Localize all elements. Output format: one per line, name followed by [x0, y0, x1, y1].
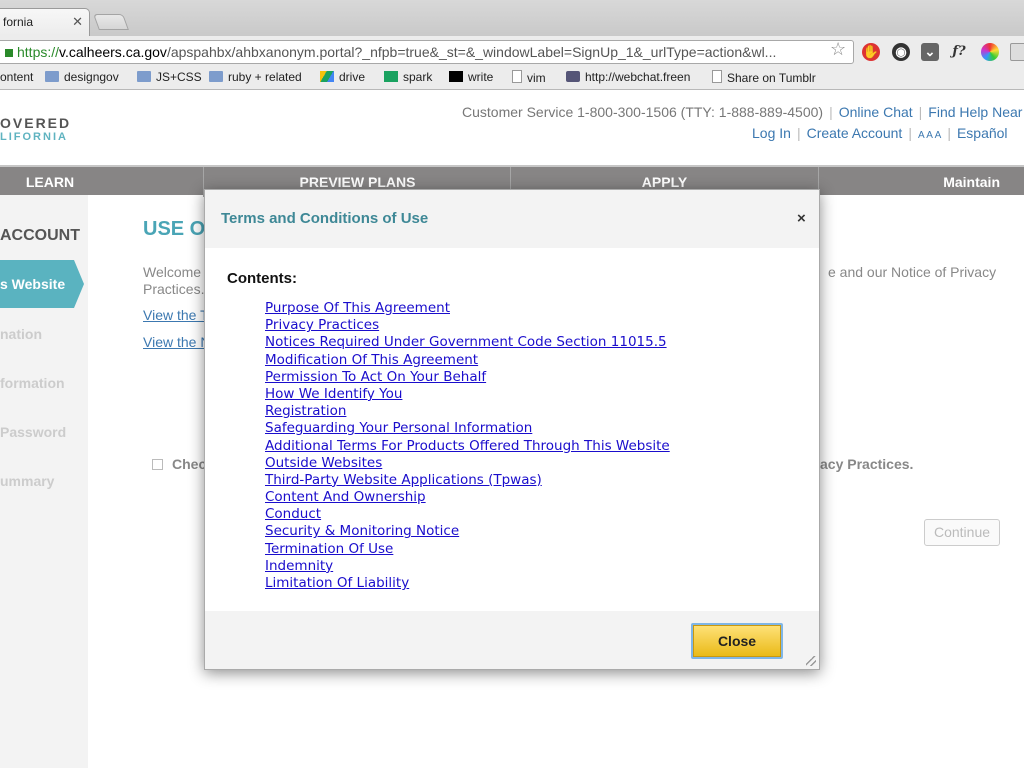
terms-modal: Terms and Conditions of Use × Contents: … [204, 189, 820, 670]
sheets-icon [384, 71, 398, 82]
bookmark-item[interactable]: http://webchat.freen [566, 70, 690, 84]
toc-link[interactable]: Registration [265, 403, 346, 419]
bookmark-item[interactable]: vim [512, 70, 546, 85]
toc-link[interactable]: Outside Websites [265, 455, 382, 471]
bookmark-item[interactable]: spark [384, 70, 432, 84]
color-extension-icon[interactable]: ◉ [892, 43, 910, 61]
sidebar-item-active[interactable]: s Website [0, 260, 84, 308]
view-notice-link[interactable]: View the N [143, 334, 210, 350]
account-links: Log In | Create Account | A A A | Español [752, 125, 1008, 141]
modal-header: Terms and Conditions of Use × [205, 190, 819, 248]
continue-button[interactable]: Continue [924, 519, 1000, 546]
toc-link[interactable]: Permission To Act On Your Behalf [265, 369, 486, 385]
customer-service-bar: Customer Service 1-800-300-1506 (TTY: 1-… [462, 104, 1023, 120]
bookmarks-bar: ontent designgov JS+CSS ruby + related d… [0, 66, 1024, 90]
folder-icon [209, 71, 223, 82]
sidebar-item[interactable]: nation [0, 326, 42, 342]
bookmark-folder[interactable]: ruby + related [209, 70, 302, 84]
close-button[interactable]: Close [691, 623, 783, 659]
toc-link[interactable]: Privacy Practices [265, 317, 379, 333]
toc-link[interactable]: How We Identify You [265, 386, 402, 402]
create-account-link[interactable]: Create Account [807, 125, 903, 141]
tab-title: fornia [3, 15, 34, 29]
folder-icon [45, 71, 59, 82]
sidebar-heading: ACCOUNT [0, 227, 80, 244]
privacy-text: acy Practices. [820, 456, 914, 472]
browser-toolbar: https://v.calheers.ca.gov/apspahbx/ahbxa… [0, 36, 1024, 66]
modal-close-icon[interactable]: × [797, 210, 806, 227]
modal-footer: Close [205, 611, 819, 669]
logo-text-top[interactable]: OVERED [0, 115, 71, 131]
font-extension-icon[interactable]: ƒ? [950, 43, 968, 61]
text-size-control[interactable]: A A A [918, 130, 941, 141]
sidebar-item[interactable]: Password [0, 424, 66, 440]
drive-icon [320, 71, 334, 82]
medium-icon [449, 71, 463, 82]
bookmark-item[interactable]: drive [320, 70, 365, 84]
folder-icon [137, 71, 151, 82]
toc-link[interactable]: Additional Terms For Products Offered Th… [265, 438, 670, 454]
bookmark-folder[interactable]: designgov [45, 70, 119, 84]
welcome-text: Welcome [143, 264, 202, 280]
lock-icon [5, 49, 13, 57]
address-bar[interactable]: https://v.calheers.ca.gov/apspahbx/ahbxa… [0, 40, 854, 64]
toc-link[interactable]: Notices Required Under Government Code S… [265, 334, 667, 350]
menu-icon[interactable] [1010, 43, 1024, 61]
page-title: USE O [143, 218, 206, 240]
agree-checkbox-label: Chec [172, 456, 207, 472]
toc-link[interactable]: Conduct [265, 506, 321, 522]
toc-link[interactable]: Termination Of Use [265, 541, 393, 557]
tab-close-icon[interactable]: ✕ [72, 14, 83, 30]
toc-link[interactable]: Modification Of This Agreement [265, 352, 478, 368]
agree-checkbox[interactable] [152, 459, 163, 470]
find-help-link[interactable]: Find Help Near [928, 104, 1022, 120]
practices-text: Practices. [143, 281, 205, 297]
url-scheme: https:// [17, 44, 60, 60]
bookmark-star-icon[interactable]: ☆ [830, 39, 846, 60]
contents-label: Contents: [227, 270, 297, 287]
toc-list: Purpose Of This Agreement Privacy Practi… [265, 300, 670, 592]
browser-tab[interactable]: fornia ✕ [0, 8, 90, 36]
bookmark-folder[interactable]: JS+CSS [137, 70, 202, 84]
toc-link[interactable]: Content And Ownership [265, 489, 426, 505]
log-in-link[interactable]: Log In [752, 125, 791, 141]
adblock-extension-icon[interactable]: ✋ [862, 43, 880, 61]
resize-grip-icon[interactable] [806, 656, 816, 666]
online-chat-link[interactable]: Online Chat [839, 104, 913, 120]
page-icon [712, 70, 722, 83]
page-icon [512, 70, 522, 83]
nav-maintain[interactable]: Maintain [818, 167, 1024, 197]
sidebar-item[interactable]: ummary [0, 473, 54, 489]
toc-link[interactable]: Security & Monitoring Notice [265, 523, 459, 539]
toc-link[interactable]: Third-Party Website Applications (Tpwas) [265, 472, 542, 488]
toc-link[interactable]: Limitation Of Liability [265, 575, 409, 591]
logo-text-bottom[interactable]: LIFORNIA [0, 131, 68, 143]
browser-tabstrip: fornia ✕ [0, 0, 1024, 36]
toc-link[interactable]: Safeguarding Your Personal Information [265, 420, 532, 436]
pocket-extension-icon[interactable]: ⌄ [921, 43, 939, 61]
sidebar-item[interactable]: formation [0, 375, 65, 391]
view-terms-link[interactable]: View the T [143, 307, 209, 323]
url-path: /apspahbx/ahbxanonym.portal?_nfpb=true&_… [166, 44, 777, 60]
toc-link[interactable]: Indemnity [265, 558, 333, 574]
bookmark-item[interactable]: write [449, 70, 493, 84]
notice-text: e and our Notice of Privacy [828, 264, 997, 280]
bookmark-item[interactable]: ontent [0, 70, 33, 84]
bookmark-item[interactable]: Share on Tumblr [712, 70, 816, 85]
espanol-link[interactable]: Español [957, 125, 1008, 141]
colorwheel-extension-icon[interactable] [981, 43, 999, 61]
webchat-icon [566, 71, 580, 82]
customer-service-text: Customer Service 1-800-300-1506 (TTY: 1-… [462, 104, 824, 120]
new-tab-button[interactable] [93, 14, 129, 30]
nav-learn[interactable]: LEARN [0, 167, 100, 197]
url-host: v.calheers.ca.gov [59, 44, 167, 60]
toc-link[interactable]: Purpose Of This Agreement [265, 300, 450, 316]
modal-title: Terms and Conditions of Use [221, 210, 429, 227]
sidebar: ACCOUNT s Website nation formation Passw… [0, 195, 88, 768]
